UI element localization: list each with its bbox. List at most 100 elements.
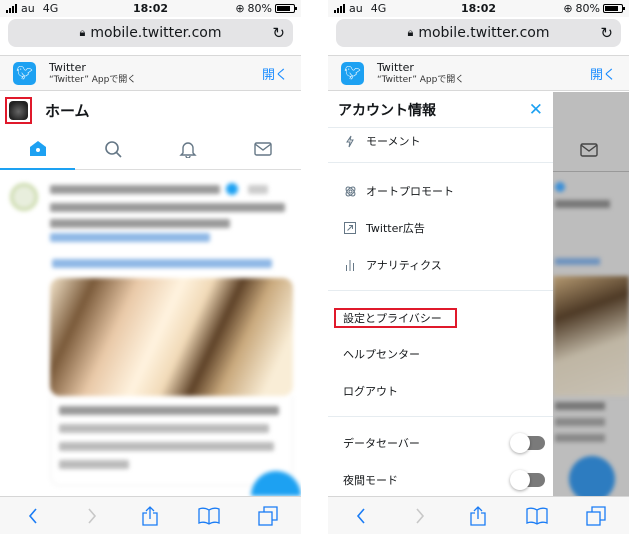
signal-icon	[6, 4, 17, 13]
menu-item-help-center[interactable]: ヘルプセンター	[328, 341, 553, 367]
right-screenshot: au 4G 18:02 ⊕ 80% 🔒︎ mobile.twitter.com …	[328, 0, 629, 534]
signal-icon	[334, 4, 345, 13]
menu-item-label: オートプロモート	[366, 185, 454, 198]
menu-item-twitter-ads[interactable]: Twitter広告	[328, 215, 553, 241]
tabs-button[interactable]	[578, 501, 614, 531]
app-banner: 🐦︎ Twitter “Twitter” Appで開く 開く	[0, 55, 301, 91]
forward-button[interactable]	[74, 501, 110, 531]
toggle-label: データセーバー	[343, 437, 420, 450]
network-label: 4G	[42, 2, 59, 15]
mail-icon	[254, 141, 273, 156]
highlight-box	[334, 308, 457, 328]
reload-icon[interactable]: ↻	[272, 24, 285, 42]
battery-percent: 80%	[247, 2, 272, 15]
twitter-bird-icon: 🐦︎	[341, 61, 364, 85]
tweet-author-avatar	[10, 183, 38, 211]
forward-button[interactable]	[402, 501, 438, 531]
menu-item-label: アナリティクス	[366, 259, 442, 272]
open-in-app-link[interactable]: 開く	[590, 64, 616, 83]
menu-item-label: ログアウト	[343, 385, 398, 398]
tab-bar	[0, 128, 301, 170]
mail-icon	[580, 143, 598, 157]
lightning-icon	[343, 135, 357, 148]
share-icon	[470, 505, 487, 526]
chevron-right-icon	[88, 507, 96, 524]
menu-item-analytics[interactable]: アナリティクス	[328, 252, 553, 278]
app-banner: 🐦︎ Twitter “Twitter” Appで開く 開く	[328, 55, 629, 91]
data-saver-toggle[interactable]	[510, 433, 545, 453]
home-icon	[29, 140, 46, 156]
toggle-label: 夜間モード	[343, 474, 398, 487]
menu-item-label: Twitter広告	[366, 222, 425, 235]
reload-icon[interactable]: ↻	[600, 24, 613, 42]
tabs-icon	[258, 505, 278, 526]
toggle-row-night-mode: 夜間モード	[328, 467, 553, 493]
battery-icon	[603, 4, 625, 13]
tweet-image	[50, 278, 293, 396]
menu-item-moments[interactable]: モーメント	[328, 128, 553, 154]
timeline-feed-blurred	[0, 171, 301, 496]
lock-icon: 🔒︎	[79, 26, 86, 39]
carrier-label: au	[21, 2, 35, 15]
banner-subtitle: “Twitter” Appで開く	[49, 74, 137, 85]
safari-toolbar	[0, 496, 301, 534]
left-screenshot: au 4G 18:02 ⊕ 80% 🔒︎ mobile.twitter.com …	[0, 0, 301, 534]
lock-icon: 🔒︎	[407, 26, 414, 39]
share-button[interactable]	[460, 501, 496, 531]
close-icon[interactable]: ✕	[529, 100, 543, 120]
battery-icon	[275, 4, 297, 13]
back-button[interactable]	[15, 501, 51, 531]
drawer-title: アカウント情報	[338, 102, 436, 119]
avatar-image	[9, 100, 28, 120]
chevron-left-icon	[29, 507, 37, 524]
tweet-link-card	[50, 396, 293, 486]
tabs-icon	[586, 505, 606, 526]
account-drawer: アカウント情報 ✕ モーメント オートプロモート Twitter広告 アナリティ…	[328, 92, 553, 496]
network-label: 4G	[370, 2, 387, 15]
menu-item-logout[interactable]: ログアウト	[328, 378, 553, 404]
external-link-icon	[343, 222, 357, 234]
book-icon	[526, 507, 548, 525]
drawer-header: アカウント情報 ✕	[328, 92, 553, 128]
page-title: ホーム	[45, 101, 90, 120]
book-icon	[198, 507, 220, 525]
bookmarks-button[interactable]	[519, 501, 555, 531]
tab-notifications[interactable]	[151, 128, 226, 169]
address-bar[interactable]: 🔒︎ mobile.twitter.com ↻	[8, 19, 293, 47]
chevron-right-icon	[416, 507, 424, 524]
search-icon	[105, 140, 122, 158]
profile-avatar-button[interactable]	[5, 96, 32, 124]
chevron-left-icon	[357, 507, 365, 524]
share-icon	[142, 505, 159, 526]
orientation-lock-icon: ⊕	[563, 2, 573, 15]
tabs-button[interactable]	[250, 501, 286, 531]
twitter-header: ホーム	[0, 92, 301, 128]
safari-toolbar	[328, 496, 629, 534]
status-bar: au 4G 18:02 ⊕ 80%	[328, 0, 629, 17]
autopromote-icon	[343, 185, 357, 198]
bell-icon	[179, 141, 197, 158]
analytics-icon	[343, 259, 357, 271]
orientation-lock-icon: ⊕	[235, 2, 245, 15]
dimmed-background-overlay[interactable]	[553, 92, 629, 496]
status-bar: au 4G 18:02 ⊕ 80%	[0, 0, 301, 17]
address-bar[interactable]: 🔒︎ mobile.twitter.com ↻	[336, 19, 621, 47]
url-text: mobile.twitter.com	[90, 25, 222, 41]
banner-app-name: Twitter	[377, 60, 414, 74]
menu-item-label: モーメント	[366, 135, 421, 148]
tab-home[interactable]	[0, 128, 76, 170]
open-in-app-link[interactable]: 開く	[262, 64, 288, 83]
share-button[interactable]	[132, 501, 168, 531]
battery-percent: 80%	[575, 2, 600, 15]
bookmarks-button[interactable]	[191, 501, 227, 531]
banner-subtitle: “Twitter” Appで開く	[377, 74, 465, 85]
banner-app-name: Twitter	[49, 60, 86, 74]
menu-item-autopromote[interactable]: オートプロモート	[328, 178, 553, 204]
url-text: mobile.twitter.com	[418, 25, 550, 41]
night-mode-toggle[interactable]	[510, 470, 545, 490]
back-button[interactable]	[343, 501, 379, 531]
tab-search[interactable]	[75, 128, 150, 169]
carrier-label: au	[349, 2, 363, 15]
twitter-bird-icon: 🐦︎	[13, 61, 36, 85]
tab-messages[interactable]	[226, 128, 301, 169]
